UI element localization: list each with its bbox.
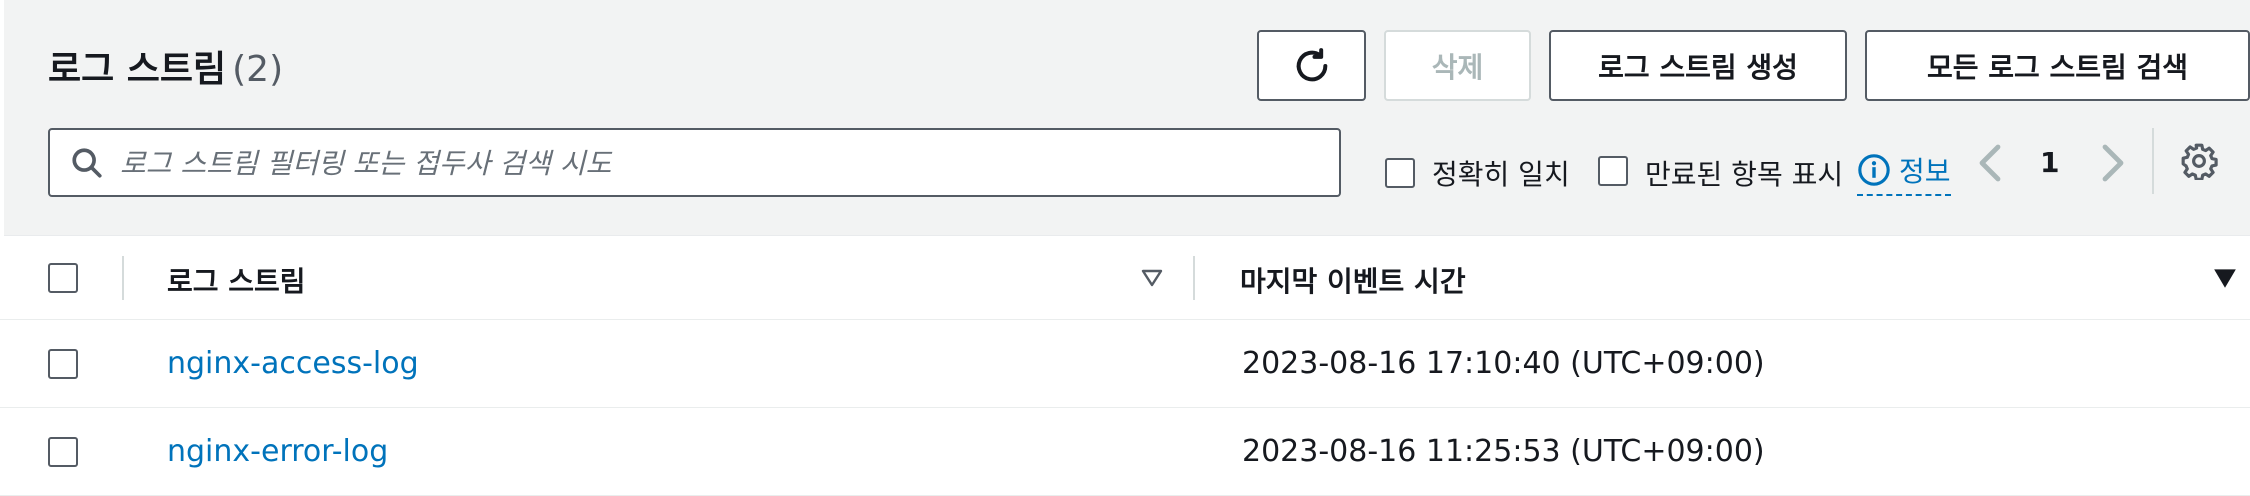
pager-divider: [2152, 128, 2154, 194]
exact-match-label: 정확히 일치: [1432, 158, 1570, 191]
filter-input[interactable]: [120, 136, 1320, 190]
table-row[interactable]: nginx-error-log 2023-08-16 11:25:53 (UTC…: [0, 408, 2250, 496]
sort-descending-icon[interactable]: [2212, 265, 2238, 291]
column-separator: [122, 256, 124, 300]
search-all-log-streams-button[interactable]: 모든 로그 스트림 검색: [1865, 30, 2250, 101]
page-title-text: 로그 스트림: [48, 49, 227, 90]
info-link[interactable]: 정보: [1857, 150, 1951, 196]
select-all-checkbox[interactable]: [48, 263, 78, 293]
column-header-log-stream[interactable]: 로그 스트림: [167, 260, 306, 300]
last-event-time: 2023-08-16 11:25:53 (UTC+09:00): [1242, 434, 1765, 469]
chevron-right-icon[interactable]: [2098, 143, 2128, 183]
row-checkbox[interactable]: [48, 349, 78, 379]
show-expired-label: 만료된 항목 표시: [1645, 158, 1844, 191]
table-column-header-row: 로그 스트림 마지막 이벤트 시간: [0, 236, 2250, 320]
show-expired-checkbox[interactable]: [1598, 156, 1628, 186]
info-label: 정보: [1899, 155, 1951, 188]
column-header-last-event-time[interactable]: 마지막 이벤트 시간: [1240, 260, 1466, 300]
exact-match-checkbox[interactable]: [1385, 158, 1415, 188]
create-log-stream-button[interactable]: 로그 스트림 생성: [1549, 30, 1847, 101]
gear-icon[interactable]: [2180, 142, 2218, 180]
search-icon: [72, 148, 102, 178]
page-title: 로그 스트림 (2): [48, 40, 283, 92]
chevron-left-icon[interactable]: [1975, 143, 2005, 183]
sort-descending-icon[interactable]: [1140, 266, 1164, 290]
table-row[interactable]: nginx-access-log 2023-08-16 17:10:40 (UT…: [0, 320, 2250, 408]
column-resize-handle[interactable]: [1193, 256, 1195, 300]
log-stream-link[interactable]: nginx-error-log: [167, 434, 388, 469]
current-page-number[interactable]: 1: [2040, 146, 2059, 179]
refresh-icon: [1296, 47, 1327, 81]
refresh-button[interactable]: [1257, 30, 1366, 101]
row-checkbox[interactable]: [48, 437, 78, 467]
delete-button[interactable]: 삭제: [1384, 30, 1531, 101]
stream-count: (2): [232, 49, 284, 90]
info-icon: [1858, 154, 1890, 186]
last-event-time: 2023-08-16 17:10:40 (UTC+09:00): [1242, 346, 1765, 381]
filter-search-box[interactable]: [48, 128, 1341, 197]
log-stream-link[interactable]: nginx-access-log: [167, 346, 419, 381]
